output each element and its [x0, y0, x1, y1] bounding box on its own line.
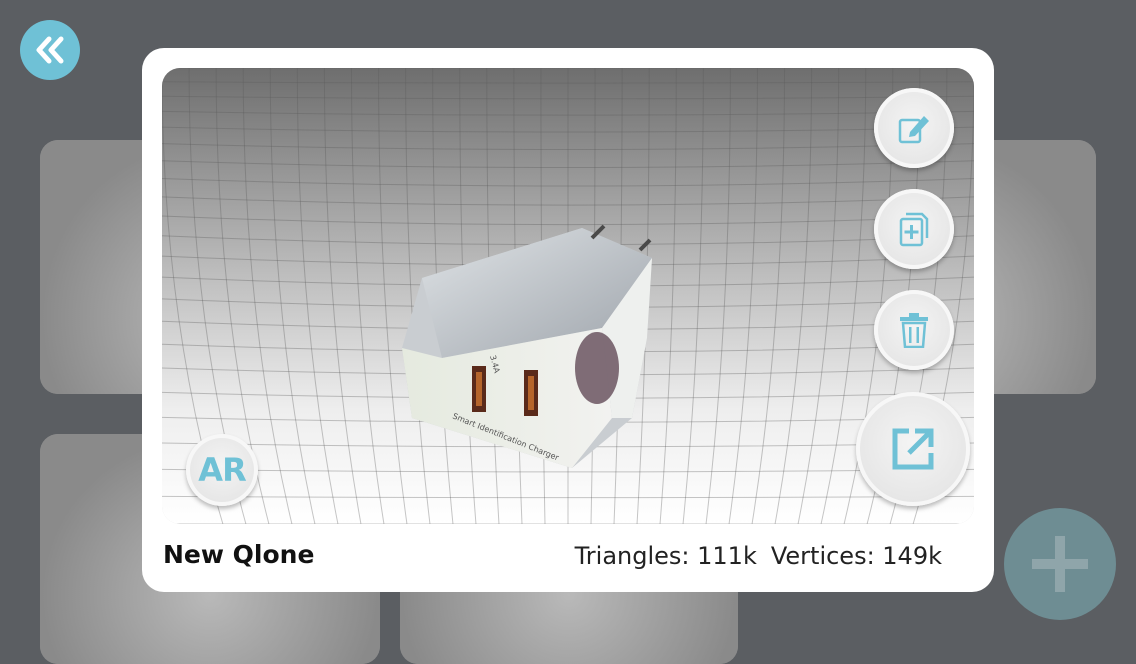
delete-button[interactable]: [874, 290, 954, 370]
ar-button-label: AR: [198, 451, 246, 489]
double-chevron-left-icon: [36, 36, 64, 64]
share-icon: [892, 428, 934, 470]
add-button[interactable]: [1004, 508, 1116, 620]
mesh-stats: Triangles: 111k Vertices: 149k: [575, 542, 942, 570]
back-button[interactable]: [20, 20, 80, 80]
duplicate-icon: [899, 212, 929, 247]
trash-icon: [900, 313, 928, 348]
model-viewer[interactable]: 3.4A Smart Identification Charger AR: [162, 68, 974, 524]
ar-button[interactable]: AR: [186, 434, 258, 506]
triangles-count: Triangles: 111k: [574, 542, 757, 570]
scan-title: New Qlone: [163, 540, 315, 569]
share-button[interactable]: [856, 392, 970, 506]
duplicate-button[interactable]: [874, 189, 954, 269]
scan-detail-card: 3.4A Smart Identification Charger AR New…: [142, 48, 994, 592]
plus-icon: [1032, 536, 1088, 592]
scanned-model: 3.4A Smart Identification Charger: [402, 224, 652, 468]
edit-button[interactable]: [874, 88, 954, 168]
edit-icon: [898, 116, 929, 144]
vertices-count: Vertices: 149k: [770, 542, 942, 570]
